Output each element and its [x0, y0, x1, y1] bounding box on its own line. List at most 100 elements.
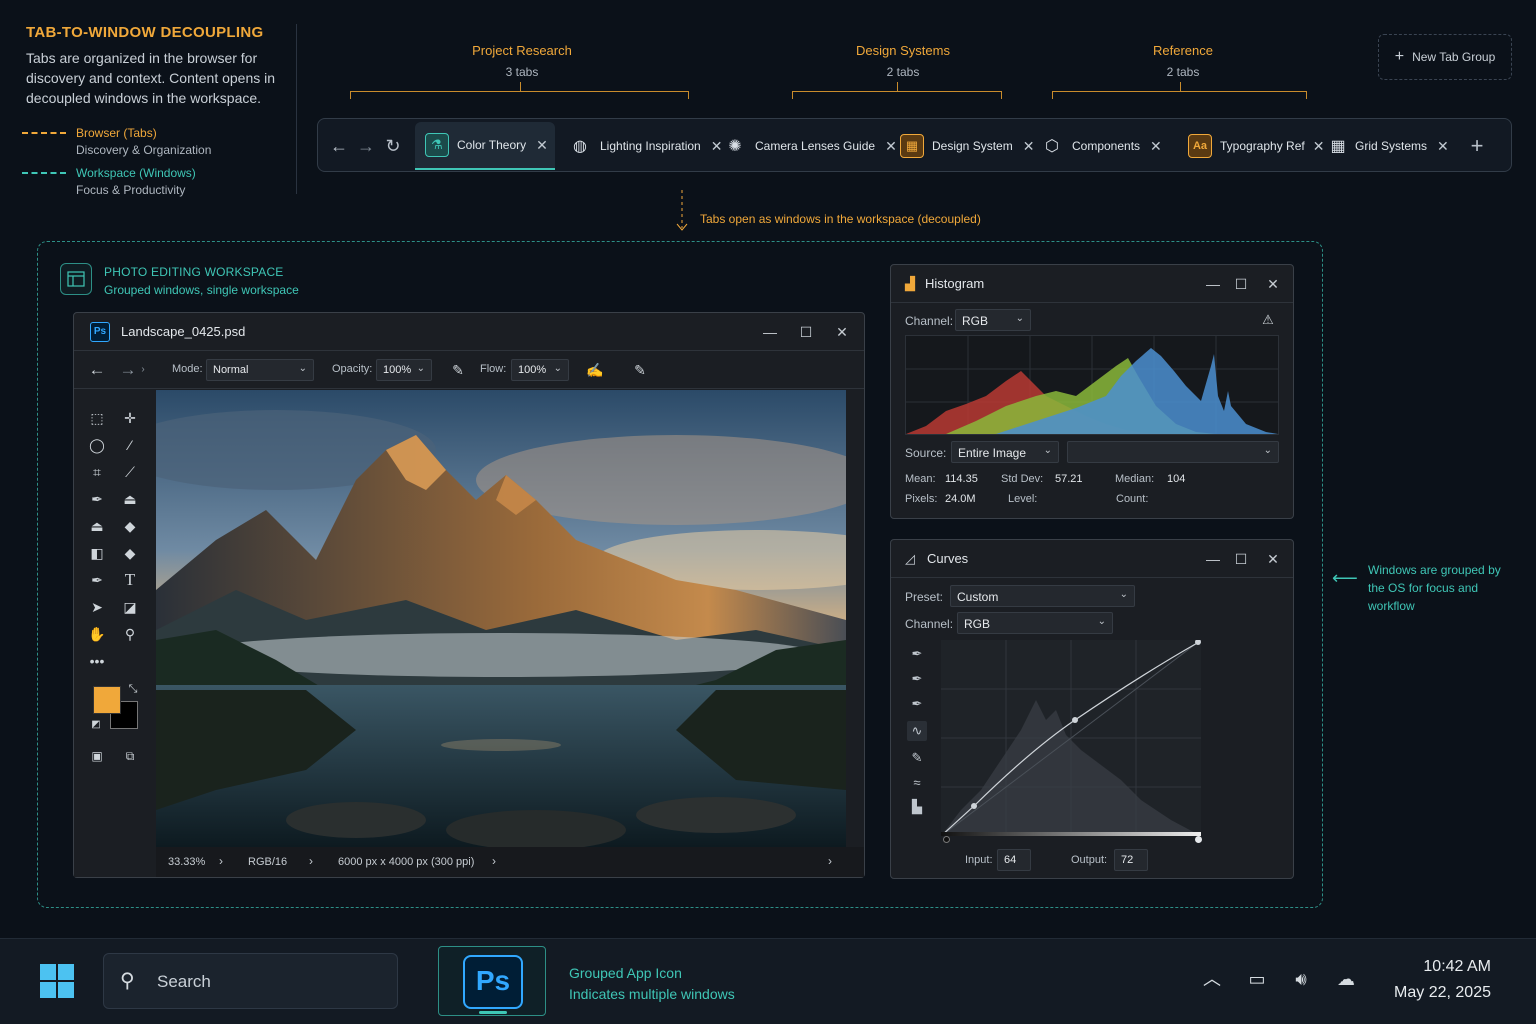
tab-typography-ref[interactable]: Aa Typography Ref ✕ [1188, 122, 1324, 170]
new-tab-button[interactable]: + [1466, 135, 1488, 157]
brush-icon: ✎ [452, 362, 464, 378]
volume-button[interactable]: 🔊︎ [1288, 966, 1314, 992]
back-button[interactable]: ← [328, 135, 350, 157]
opacity-select[interactable]: 100% ⌄ [376, 359, 432, 381]
channel-select[interactable]: RGB ⌄ [957, 612, 1113, 634]
reload-button[interactable]: ↻ [382, 135, 404, 157]
close-icon[interactable]: ✕ [1437, 138, 1449, 155]
forward-button[interactable]: → [355, 135, 377, 157]
minimize-button[interactable]: — [759, 321, 781, 343]
pen-tool[interactable]: ✒ [84, 569, 110, 591]
stamp-tool[interactable]: ⏏ [117, 488, 143, 510]
arrow-right-icon: → [119, 360, 137, 379]
swap-colors-button[interactable]: ⤡ [125, 681, 141, 697]
warning-button[interactable]: ⚠ [1255, 309, 1281, 331]
shape-tool[interactable]: ◪ [117, 596, 143, 618]
black-point-eyedropper[interactable]: ✒ [907, 644, 927, 664]
maximize-button[interactable]: ☐ [795, 321, 817, 343]
minimize-button[interactable]: — [1202, 273, 1224, 295]
tab-design-system[interactable]: ▦ Design System ✕ [900, 122, 1034, 170]
move-tool[interactable]: ✛ [117, 407, 143, 429]
tab-color-theory[interactable]: ⚗ Color Theory ✕ [415, 122, 555, 170]
show-hidden-icons-button[interactable]: ︿ [1199, 966, 1225, 992]
preset-select[interactable]: Custom ⌄ [950, 585, 1135, 607]
start-button[interactable] [40, 964, 74, 998]
new-tab-group-button[interactable]: + New Tab Group [1378, 34, 1512, 80]
default-colors-button[interactable]: ◩ [88, 717, 104, 733]
flow-select[interactable]: 100% ⌄ [511, 359, 569, 381]
tab-grid-systems[interactable]: ▦ Grid Systems ✕ [1326, 122, 1449, 170]
close-button[interactable]: ✕ [831, 321, 853, 343]
screen-mode-button[interactable]: ⧉ [117, 745, 143, 767]
marquee-tool[interactable]: ⬚ [84, 407, 110, 429]
close-button[interactable]: ✕ [1262, 273, 1284, 295]
chevron-right-icon[interactable]: › [219, 854, 223, 868]
chevron-right-icon[interactable]: › [492, 854, 496, 868]
minimize-button[interactable]: — [1202, 548, 1224, 570]
eraser-tool[interactable]: ◆ [117, 515, 143, 537]
clone-stamp-tool[interactable]: ⏏ [84, 515, 110, 537]
black-point-slider[interactable] [943, 836, 950, 843]
smoothing-button[interactable]: ✍ [582, 359, 608, 381]
close-icon[interactable]: ✕ [711, 138, 723, 155]
close-icon[interactable]: ✕ [885, 138, 897, 155]
output-field[interactable]: 72 [1114, 849, 1148, 871]
crop-tool[interactable]: ⌗ [84, 461, 110, 483]
display-button[interactable]: ▭ [1244, 966, 1270, 992]
brush-tool[interactable]: ⁄ [117, 434, 143, 456]
photoshop-taskbar-icon[interactable]: Ps [438, 946, 546, 1016]
pencil-tool[interactable]: ✎ [907, 748, 927, 768]
legend-browser-line [22, 132, 66, 134]
eraser-alt-tool[interactable]: ◆ [117, 542, 143, 564]
more-tools-button[interactable]: ••• [84, 650, 110, 672]
lasso-tool[interactable]: ◯ [84, 434, 110, 456]
source-select[interactable]: Entire Image ⌄ [951, 441, 1059, 463]
close-icon[interactable]: ✕ [1313, 138, 1325, 155]
gradient-tool[interactable]: ◧ [84, 542, 110, 564]
quick-mask-button[interactable]: ▣ [84, 745, 110, 767]
close-icon[interactable]: ✕ [1150, 138, 1162, 155]
photoshop-titlebar[interactable]: Ps Landscape_0425.psd [74, 313, 864, 351]
layer-select[interactable]: ⌄ [1067, 441, 1279, 463]
white-point-slider[interactable] [1195, 836, 1202, 843]
foreground-color-swatch[interactable] [93, 686, 121, 714]
mode-select[interactable]: Normal ⌄ [206, 359, 314, 381]
smooth-tool[interactable]: ≈ [907, 773, 927, 793]
chevron-right-icon[interactable]: › [828, 854, 832, 868]
std-dev-label: Std Dev: [1001, 473, 1044, 485]
curves-graph[interactable] [940, 639, 1202, 837]
tab-camera-lenses-guide[interactable]: ✺ Camera Lenses Guide ✕ [723, 122, 897, 170]
clipping-tool[interactable]: ▙ [907, 797, 927, 817]
maximize-button[interactable]: ☐ [1230, 548, 1252, 570]
close-icon[interactable]: ✕ [536, 137, 548, 154]
taskbar-search[interactable]: ⚲ Search [103, 953, 398, 1009]
zoom-tool[interactable]: ⚲ [117, 623, 143, 645]
type-tool[interactable]: T [117, 569, 143, 591]
slice-tool[interactable]: ⟋ [117, 461, 143, 483]
input-gradient-slider[interactable] [941, 832, 1201, 836]
gray-point-eyedropper[interactable]: ✒ [907, 669, 927, 689]
pressure-button[interactable]: ✎ [627, 359, 653, 381]
airbrush-button[interactable]: ✎ [445, 359, 471, 381]
input-field[interactable]: 64 [997, 849, 1031, 871]
minimize-icon: — [1206, 551, 1220, 567]
undo-button[interactable]: ← [84, 359, 110, 381]
close-button[interactable]: ✕ [1262, 548, 1284, 570]
tab-lighting-inspiration[interactable]: ◍ Lighting Inspiration ✕ [568, 122, 722, 170]
hand-tool[interactable]: ✋ [84, 623, 110, 645]
chevron-right-icon[interactable]: › [309, 854, 313, 868]
history-button[interactable]: › [136, 359, 150, 381]
maximize-button[interactable]: ☐ [1230, 273, 1252, 295]
tab-components[interactable]: ⬡ Components ✕ [1040, 122, 1162, 170]
clock-date[interactable]: May 22, 2025 [1380, 984, 1491, 1002]
channel-select[interactable]: RGB ⌄ [955, 309, 1031, 331]
curve-point-tool[interactable]: ∿ [907, 721, 927, 741]
close-icon[interactable]: ✕ [1023, 138, 1035, 155]
image-canvas[interactable] [156, 390, 846, 847]
eyedropper-tool[interactable]: ✒ [84, 488, 110, 510]
path-selection-tool[interactable]: ➤ [84, 596, 110, 618]
white-point-eyedropper[interactable]: ✒ [907, 694, 927, 714]
onedrive-button[interactable]: ☁ [1333, 966, 1359, 992]
browser-tab-bar: ← → ↻ ⚗ Color Theory ✕ ◍ Lighting Inspir… [317, 118, 1512, 172]
clock-time[interactable]: 10:42 AM [1380, 958, 1491, 976]
